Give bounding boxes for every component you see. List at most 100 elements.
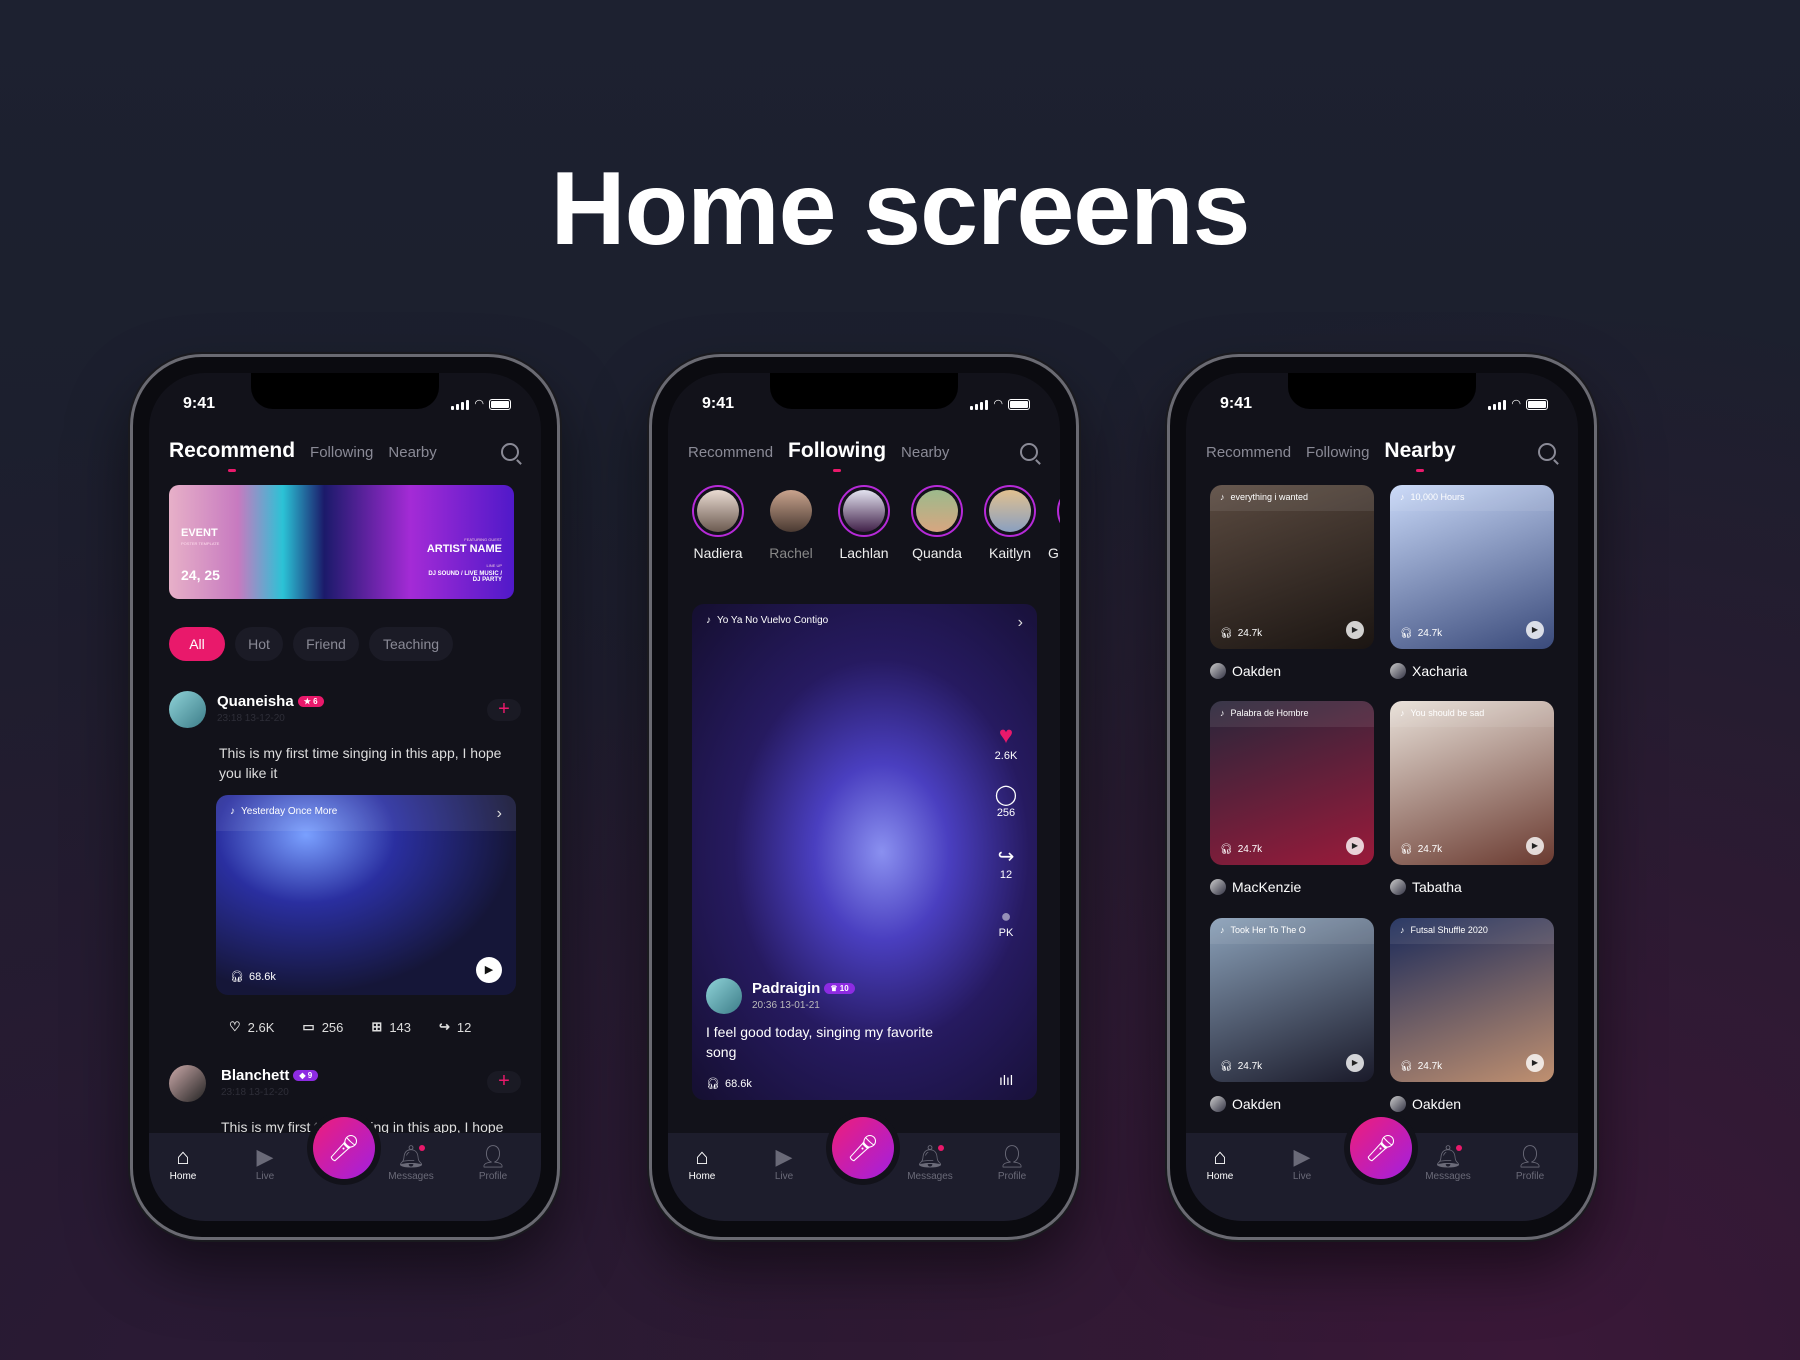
tab-recommend[interactable]: Recommend <box>169 439 295 472</box>
card-user[interactable]: Oakden <box>1390 1096 1461 1112</box>
nav-messages[interactable]: 🔔︎ Messages <box>1418 1143 1478 1182</box>
listen-count: 🎧︎ 24.7k <box>1400 844 1442 855</box>
card-user[interactable]: Oakden <box>1210 663 1281 679</box>
tab-recommend[interactable]: Recommend <box>1206 444 1291 461</box>
nav-profile[interactable]: 👤︎ Profile <box>463 1143 523 1182</box>
song-card[interactable]: ♪ 10,000 Hours 🎧︎ 24.7k ▶ <box>1390 485 1554 649</box>
nav-home[interactable]: ⌂ Home <box>1190 1143 1250 1182</box>
event-banner[interactable]: EVENT POSTER TEMPLATE 24, 25 FEATURING G… <box>169 485 514 599</box>
play-button[interactable]: ▶ <box>1346 837 1364 855</box>
chip-all[interactable]: All <box>169 627 225 661</box>
play-button[interactable]: ▶ <box>1526 837 1544 855</box>
song-card[interactable]: ♪ everything i wanted 🎧︎ 24.7k ▶ <box>1210 485 1374 649</box>
card-user[interactable]: Tabatha <box>1390 879 1462 895</box>
nav-live[interactable]: ▶ Live <box>1272 1143 1332 1182</box>
chip-friend[interactable]: Friend <box>293 627 359 661</box>
post-header: Padraigin ♛ 10 <box>752 980 855 998</box>
card-user[interactable]: MacKenzie <box>1210 879 1301 895</box>
nav-profile[interactable]: 👤︎ Profile <box>982 1143 1042 1182</box>
play-button[interactable]: ▶ <box>1346 621 1364 639</box>
song-title: Futsal Shuffle 2020 <box>1410 925 1488 935</box>
chip-hot[interactable]: Hot <box>235 627 283 661</box>
tab-nearby[interactable]: Nearby <box>1384 439 1456 472</box>
like-button[interactable]: ♥ 2.6K <box>991 722 1021 762</box>
chevron-right-icon[interactable]: › <box>1018 614 1023 632</box>
song-card[interactable]: ♪ Took Her To The O 🎧︎ 24.7k ▶ <box>1210 918 1374 1082</box>
song-title[interactable]: Yo Ya No Vuelvo Contigo <box>717 615 828 629</box>
play-button[interactable]: ▶ <box>1526 1054 1544 1072</box>
nav-live[interactable]: ▶ Live <box>235 1143 295 1182</box>
nav-home[interactable]: ⌂ Home <box>672 1143 732 1182</box>
tab-nearby[interactable]: Nearby <box>901 444 949 461</box>
username: Tabatha <box>1412 879 1462 895</box>
song-header: ♪ everything i wanted <box>1210 485 1374 511</box>
bottom-nav: ⌂ Home ▶ Live 🎤︎ 🔔︎ Messages 👤︎ Profile <box>1186 1117 1578 1221</box>
nav-home[interactable]: ⌂ Home <box>153 1143 213 1182</box>
tab-nearby[interactable]: Nearby <box>388 444 436 461</box>
nav-live[interactable]: ▶ Live <box>754 1143 814 1182</box>
nav-messages[interactable]: 🔔︎ Messages <box>381 1143 441 1182</box>
tab-following[interactable]: Following <box>1306 444 1369 461</box>
card-user[interactable]: Oakden <box>1210 1096 1281 1112</box>
banner-subtitle: POSTER TEMPLATE <box>181 541 220 546</box>
story-avatar[interactable] <box>1057 485 1060 537</box>
story-avatar[interactable] <box>838 485 890 537</box>
banner-artist: ARTIST NAME <box>426 543 502 555</box>
card-user[interactable]: Xacharia <box>1390 663 1467 679</box>
play-button[interactable]: ▶ <box>1526 621 1544 639</box>
comment-button[interactable]: ◯ 256 <box>991 782 1021 819</box>
music-note-icon: ♪ <box>706 615 711 626</box>
status-time: 9:41 <box>183 395 216 412</box>
chevron-right-icon[interactable]: › <box>497 805 502 823</box>
story-avatar[interactable] <box>984 485 1036 537</box>
tab-following[interactable]: Following <box>788 439 886 472</box>
song-card[interactable]: ♪ Futsal Shuffle 2020 🎧︎ 24.7k ▶ <box>1390 918 1554 1082</box>
tab-following[interactable]: Following <box>310 444 373 461</box>
sing-button[interactable]: 🎤︎ <box>832 1117 894 1179</box>
story-avatar[interactable] <box>911 485 963 537</box>
comment-button[interactable]: ▭ 256 <box>302 1019 343 1035</box>
story-avatar[interactable] <box>692 485 744 537</box>
search-icon[interactable] <box>501 443 519 461</box>
like-button[interactable]: ♡ 2.6K <box>229 1019 274 1035</box>
song-header: ♪ You should be sad <box>1390 701 1554 727</box>
song-card[interactable]: ♪ Palabra de Hombre 🎧︎ 24.7k ▶ <box>1210 701 1374 865</box>
pk-button[interactable]: ● PK <box>991 906 1021 939</box>
username: Oakden <box>1232 1096 1282 1112</box>
play-button[interactable]: ▶ <box>1346 1054 1364 1072</box>
avatar[interactable] <box>169 1065 206 1102</box>
follow-button[interactable]: + <box>487 699 521 721</box>
gift-button[interactable]: ⊞ 143 <box>371 1019 411 1035</box>
sing-button[interactable]: 🎤︎ <box>1350 1117 1412 1179</box>
top-tabs: Recommend Following Nearby <box>1206 439 1456 472</box>
nav-label: Profile <box>1515 1171 1545 1182</box>
username[interactable]: Quaneisha <box>217 693 294 710</box>
shares: 12 <box>456 1019 472 1035</box>
tab-recommend[interactable]: Recommend <box>688 444 773 461</box>
song-media[interactable]: ♪ Yesterday Once More › 🎧︎ 68.6k ▶ <box>216 795 516 995</box>
nav-profile[interactable]: 👤︎ Profile <box>1500 1143 1560 1182</box>
share-button[interactable]: ↪ 12 <box>991 844 1021 881</box>
listen-count: 🎧︎ 24.7k <box>1220 844 1262 855</box>
avatar[interactable] <box>169 691 206 728</box>
status-time: 9:41 <box>1220 395 1253 412</box>
search-icon[interactable] <box>1020 443 1038 461</box>
username[interactable]: Blanchett <box>221 1067 289 1084</box>
avatar[interactable] <box>706 978 742 1014</box>
follow-button[interactable]: + <box>487 1071 521 1093</box>
nav-messages[interactable]: 🔔︎ Messages <box>900 1143 960 1182</box>
username[interactable]: Padraigin <box>752 980 820 997</box>
battery-icon <box>1008 399 1030 410</box>
signal-icon <box>451 400 470 410</box>
search-icon[interactable] <box>1538 443 1556 461</box>
share-button[interactable]: ↪ 12 <box>439 1019 471 1035</box>
wifi-icon: ◠ <box>1511 398 1521 410</box>
video-card[interactable]: ♪ Yo Ya No Vuelvo Contigo › ♥ 2.6K ◯ 256 ↪ 1… <box>692 604 1037 1100</box>
play-button[interactable]: ▶ <box>476 957 502 983</box>
song-card[interactable]: ♪ You should be sad 🎧︎ 24.7k ▶ <box>1390 701 1554 865</box>
microphone-icon: 🎤︎ <box>327 1133 361 1163</box>
story-avatar[interactable] <box>765 485 817 537</box>
chip-teaching[interactable]: Teaching <box>369 627 453 661</box>
song-title[interactable]: Yesterday Once More <box>241 806 337 820</box>
sing-button[interactable]: 🎤︎ <box>313 1117 375 1179</box>
